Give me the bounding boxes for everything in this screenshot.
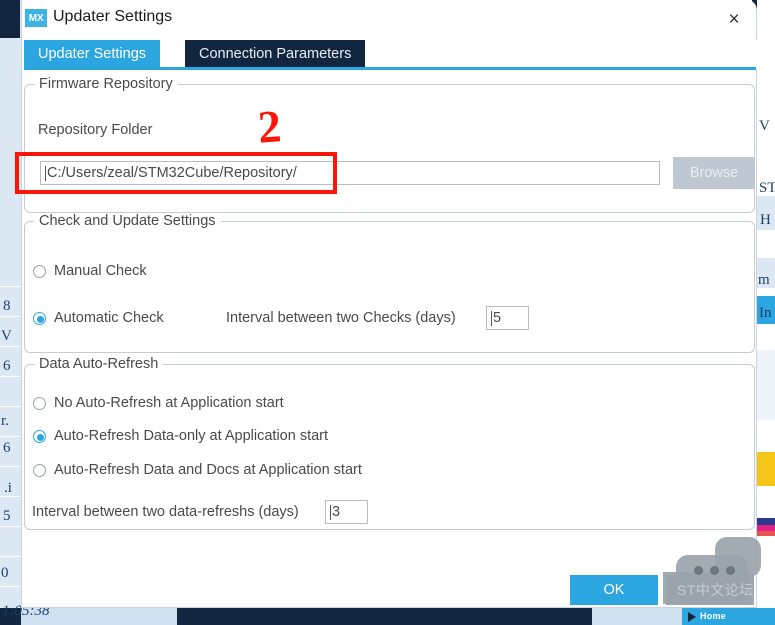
tab-connection-parameters[interactable]: Connection Parameters xyxy=(185,40,366,67)
radio-automatic-check-label: Automatic Check xyxy=(54,310,164,326)
ok-button[interactable]: OK xyxy=(570,575,658,605)
radio-auto-refresh-data-only[interactable]: Auto-Refresh Data-only at Application st… xyxy=(33,428,328,444)
close-icon[interactable]: × xyxy=(720,6,748,32)
check-update-settings-group: Check and Update Settings xyxy=(24,213,755,353)
check-interval-value: 5 xyxy=(493,310,502,326)
taskbar-home-label: Home xyxy=(700,611,726,621)
check-update-settings-group-label: Check and Update Settings xyxy=(34,213,221,229)
background-text-fragment: H xyxy=(760,212,771,228)
firmware-repository-group: Firmware Repository xyxy=(24,76,755,213)
background-text-fragment: In xyxy=(759,305,772,321)
taskbar-segment xyxy=(592,608,682,625)
tab-updater-settings[interactable]: Updater Settings xyxy=(24,40,161,67)
background-text-fragment: V xyxy=(759,118,770,134)
background-swatch-yellow xyxy=(757,452,775,486)
background-text-fragment: 0 xyxy=(1,565,9,581)
background-text-fragment: V xyxy=(1,328,12,344)
updater-settings-dialog: MX Updater Settings × Updater Settings C… xyxy=(21,0,758,608)
radio-no-auto-refresh-label: No Auto-Refresh at Application start xyxy=(54,395,284,411)
radio-auto-refresh-data-only-label: Auto-Refresh Data-only at Application st… xyxy=(54,428,329,444)
cancel-button[interactable]: Cancel xyxy=(666,575,754,605)
tab-underline xyxy=(24,67,756,70)
background-right-band xyxy=(757,350,775,420)
text-caret xyxy=(45,165,46,181)
play-triangle-icon xyxy=(688,612,696,622)
background-text-fragment: ST xyxy=(759,180,775,196)
radio-automatic-check[interactable]: Automatic Check xyxy=(33,310,164,326)
text-caret xyxy=(491,310,492,326)
mx-app-icon: MX xyxy=(25,9,47,27)
radio-icon xyxy=(33,396,46,410)
check-interval-input[interactable]: 5 xyxy=(486,306,529,330)
background-text-fragment: 5 xyxy=(3,508,11,524)
repository-folder-label: Repository Folder xyxy=(38,122,153,138)
browse-button[interactable]: Browse xyxy=(673,157,755,189)
tab-bar: Updater Settings Connection Parameters xyxy=(22,40,758,70)
repository-path-input[interactable]: C:/Users/zeal/STM32Cube/Repository/ xyxy=(40,161,660,185)
data-refresh-interval-label: Interval between two data-refreshs (days… xyxy=(32,504,299,520)
firmware-repository-group-label: Firmware Repository xyxy=(34,76,178,92)
radio-icon xyxy=(33,264,46,278)
background-swatch-blue xyxy=(757,518,775,525)
data-refresh-interval-input[interactable]: 3 xyxy=(325,500,368,524)
background-text-fragment: r. xyxy=(1,413,9,429)
radio-icon xyxy=(33,429,46,443)
background-text-fragment: 8 xyxy=(3,298,11,314)
dialog-titlebar: MX Updater Settings × xyxy=(22,0,756,38)
background-text-fragment: .i xyxy=(4,480,12,496)
radio-icon xyxy=(33,463,46,477)
text-caret xyxy=(330,504,331,520)
radio-auto-refresh-data-and-docs-label: Auto-Refresh Data and Docs at Applicatio… xyxy=(54,462,362,478)
taskbar-segment xyxy=(177,608,592,625)
check-interval-label: Interval between two Checks (days) xyxy=(226,310,456,326)
data-refresh-interval-value: 3 xyxy=(332,504,341,520)
data-auto-refresh-group-label: Data Auto-Refresh xyxy=(34,356,164,372)
background-titlebar-left xyxy=(0,0,20,38)
screen: 8 V 6 r. 6 .i 5 0 V ST Hm In Home 1:05:38 MX Update… xyxy=(0,0,775,625)
background-swatch-red xyxy=(757,531,775,536)
repository-path-value: C:/Users/zeal/STM32Cube/Repository/ xyxy=(47,165,297,181)
dialog-title: Updater Settings xyxy=(53,8,173,25)
radio-icon xyxy=(33,311,46,325)
radio-manual-check[interactable]: Manual Check xyxy=(33,263,147,279)
background-text-fragment: m xyxy=(758,272,770,288)
radio-manual-check-label: Manual Check xyxy=(54,263,147,279)
background-text-fragment: 6 xyxy=(3,358,11,374)
radio-auto-refresh-data-and-docs[interactable]: Auto-Refresh Data and Docs at Applicatio… xyxy=(33,462,362,478)
background-text-fragment: 6 xyxy=(3,440,11,456)
radio-no-auto-refresh[interactable]: No Auto-Refresh at Application start xyxy=(33,395,284,411)
